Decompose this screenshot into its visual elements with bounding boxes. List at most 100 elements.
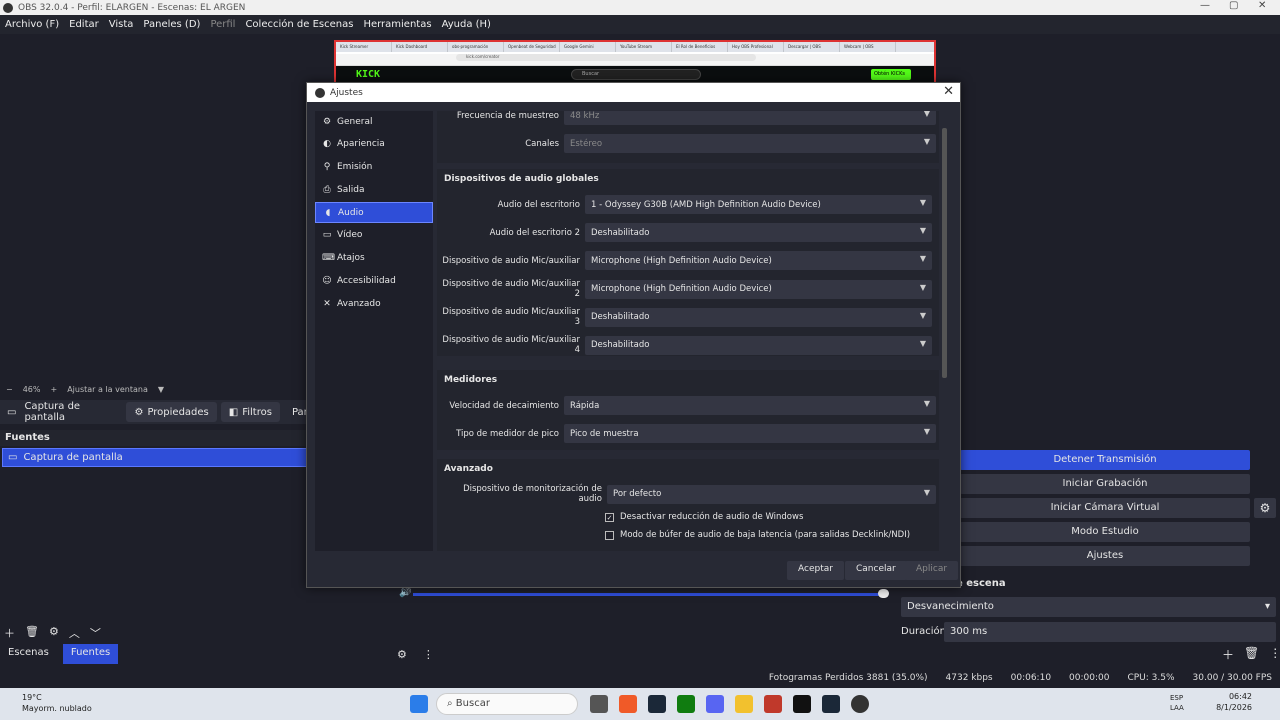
advanced-title: Avanzado — [444, 464, 493, 474]
menu-vista[interactable]: Vista — [109, 19, 134, 30]
properties-button[interactable]: ⚙ Propiedades — [126, 402, 217, 422]
mic-aux-select[interactable]: Microphone (High Definition Audio Device… — [585, 251, 932, 270]
maximize-icon[interactable]: ▢ — [1229, 0, 1238, 11]
desktop-audio-2-select[interactable]: Deshabilitado ▼ — [585, 223, 932, 242]
nav-item-audio[interactable]: ◖ Audio — [315, 202, 433, 224]
start-virtual-cam-button[interactable]: Iniciar Cámara Virtual — [960, 498, 1250, 518]
peak-meter-select[interactable]: Pico de muestra ▼ — [564, 424, 936, 443]
channels-select[interactable]: Estéreo ▼ — [564, 134, 936, 153]
duration-input[interactable]: 300 ms — [944, 622, 1276, 642]
weather-widget[interactable]: 19°C Mayorm. nublado — [22, 692, 92, 714]
gear-icon: ⚙ — [322, 116, 332, 127]
filters-button[interactable]: ◧ Filtros — [220, 402, 280, 422]
menu-perfil[interactable]: Perfil — [210, 19, 235, 30]
menu-herramientas[interactable]: Herramientas — [363, 19, 431, 30]
low-latency-label: Modo de búfer de audio de baja latencia … — [620, 530, 911, 540]
volume-slider[interactable] — [413, 593, 883, 596]
nav-item-atajos[interactable]: ⌨ Atajos — [315, 248, 433, 269]
device-value: Microphone (High Definition Audio Device… — [591, 255, 772, 266]
desktop-audio-select[interactable]: 1 - Odyssey G30B (AMD High Definition Au… — [585, 195, 932, 214]
low-latency-checkbox[interactable]: Modo de búfer de audio de baja latencia … — [605, 530, 910, 540]
brave-icon[interactable] — [619, 695, 637, 713]
nav-item-video[interactable]: ▭ Vídeo — [315, 225, 433, 246]
task-view-icon[interactable] — [590, 695, 608, 713]
decay-select[interactable]: Rápida ▼ — [564, 396, 936, 415]
cancel-button[interactable]: Cancelar — [845, 561, 907, 580]
nav-item-general[interactable]: ⚙ General — [315, 111, 433, 132]
windows-start-icon[interactable] — [410, 695, 428, 713]
advanced-audio-icon[interactable]: ⚙ — [397, 648, 407, 661]
gear-icon[interactable]: ⚙ — [49, 625, 59, 641]
folder-icon[interactable] — [735, 695, 753, 713]
volume-slider-handle[interactable] — [878, 589, 889, 598]
terminal-icon[interactable] — [793, 695, 811, 713]
nav-item-avanzado[interactable]: ✕ Avanzado — [315, 293, 433, 314]
transition-select[interactable]: Desvanecimiento ▾ — [901, 597, 1276, 617]
accept-button[interactable]: Aceptar — [787, 561, 844, 580]
clock[interactable]: 06:42 8/1/2026 — [1216, 691, 1252, 713]
xbox-icon[interactable] — [677, 695, 695, 713]
settings-scrollbar[interactable] — [942, 128, 947, 378]
nav-item-accesibilidad[interactable]: ☺ Accesibilidad — [315, 271, 433, 292]
zoom-out-button[interactable]: − — [6, 385, 13, 394]
sample-rate-select[interactable]: 48 kHz ▼ — [564, 111, 936, 125]
device-label: Dispositivo de audio Mic/auxiliar — [442, 255, 580, 266]
tab-fuentes[interactable]: Fuentes — [62, 644, 119, 664]
nav-item-emision[interactable]: ⚲ Emisión — [315, 157, 433, 178]
mic-aux-2-select[interactable]: Microphone (High Definition Audio Device… — [585, 279, 932, 299]
preview-tab: obs-programación — [448, 42, 504, 52]
fit-window-button[interactable]: Ajustar a la ventana — [67, 385, 148, 394]
add-icon[interactable]: ＋ — [1222, 646, 1234, 663]
disable-ducking-checkbox[interactable]: ✓ Desactivar reducción de audio de Window… — [605, 512, 803, 522]
more-menu-icon[interactable]: ⋮ — [1269, 646, 1280, 663]
apply-button[interactable]: Aplicar — [905, 561, 959, 580]
zoom-in-button[interactable]: + — [50, 385, 57, 394]
add-icon[interactable]: ＋ — [4, 625, 15, 641]
move-down-icon[interactable]: ﹀ — [90, 625, 101, 641]
nav-item-salida[interactable]: ⎙ Salida — [315, 179, 433, 200]
minimize-icon[interactable]: — — [1200, 0, 1210, 11]
fps: 30.00 / 30.00 FPS — [1192, 673, 1272, 683]
settings-button[interactable]: Ajustes — [960, 546, 1250, 566]
menu-ayuda[interactable]: Ayuda (H) — [442, 19, 491, 30]
menu-archivo[interactable]: Archivo (F) — [5, 19, 59, 30]
move-up-icon[interactable]: ︿ — [69, 625, 80, 641]
speaker-icon[interactable]: 🔊 — [399, 587, 411, 598]
chevron-down-icon[interactable]: ▼ — [158, 385, 164, 394]
mic-aux-4-select[interactable]: Deshabilitado ▼ — [585, 335, 932, 355]
studio-mode-button[interactable]: Modo Estudio — [960, 522, 1250, 542]
nav-item-label: Accesibilidad — [337, 276, 396, 287]
device-value: Deshabilitado — [591, 312, 650, 322]
nav-item-apariencia[interactable]: ◐ Apariencia — [315, 134, 433, 155]
close-window-icon[interactable]: ✕ — [1258, 0, 1266, 11]
tab-escenas[interactable]: Escenas — [0, 644, 57, 664]
antenna-icon: ⚲ — [323, 162, 331, 173]
virtual-cam-gear-icon[interactable]: ⚙ — [1254, 498, 1276, 518]
monitor-icon: ▭ — [7, 406, 17, 418]
more-menu-icon[interactable]: ⋮ — [423, 648, 434, 661]
stop-stream-button[interactable]: Detener Transmisión — [960, 450, 1250, 470]
trash-icon[interactable]: 🗑 — [25, 625, 39, 641]
menu-bar: Archivo (F) Editar Vista Paneles (D) Per… — [0, 15, 1280, 34]
taskbar-search[interactable]: ⌕ Buscar — [436, 693, 578, 715]
mic-aux-3-select[interactable]: Deshabilitado ▼ — [585, 307, 932, 327]
menu-editar[interactable]: Editar — [69, 19, 99, 30]
start-recording-button[interactable]: Iniciar Grabación — [960, 474, 1250, 494]
monitor-device-select[interactable]: Por defecto ▼ — [607, 484, 936, 504]
discord-icon[interactable] — [706, 695, 724, 713]
steam-icon[interactable] — [648, 695, 666, 713]
menu-coleccion[interactable]: Colección de Escenas — [245, 19, 353, 30]
menu-paneles[interactable]: Paneles (D) — [143, 19, 200, 30]
trash-icon[interactable]: 🗑 — [1244, 646, 1259, 663]
chevron-down-icon: ▼ — [919, 226, 926, 235]
language-indicator[interactable]: ESP LAA — [1170, 693, 1184, 713]
steam-icon[interactable] — [822, 695, 840, 713]
palette-icon: ◐ — [323, 139, 331, 150]
obs-icon[interactable] — [851, 695, 869, 713]
source-item[interactable]: ▭ Captura de pantalla — [2, 448, 307, 467]
scene-preview[interactable]: Kick Streamer Kick Dashboard obs-program… — [334, 40, 936, 84]
close-icon[interactable]: ✕ — [943, 84, 954, 99]
lang-secondary: LAA — [1170, 704, 1184, 712]
keyboard-icon: ⌨ — [322, 253, 335, 264]
store-icon[interactable] — [764, 695, 782, 713]
